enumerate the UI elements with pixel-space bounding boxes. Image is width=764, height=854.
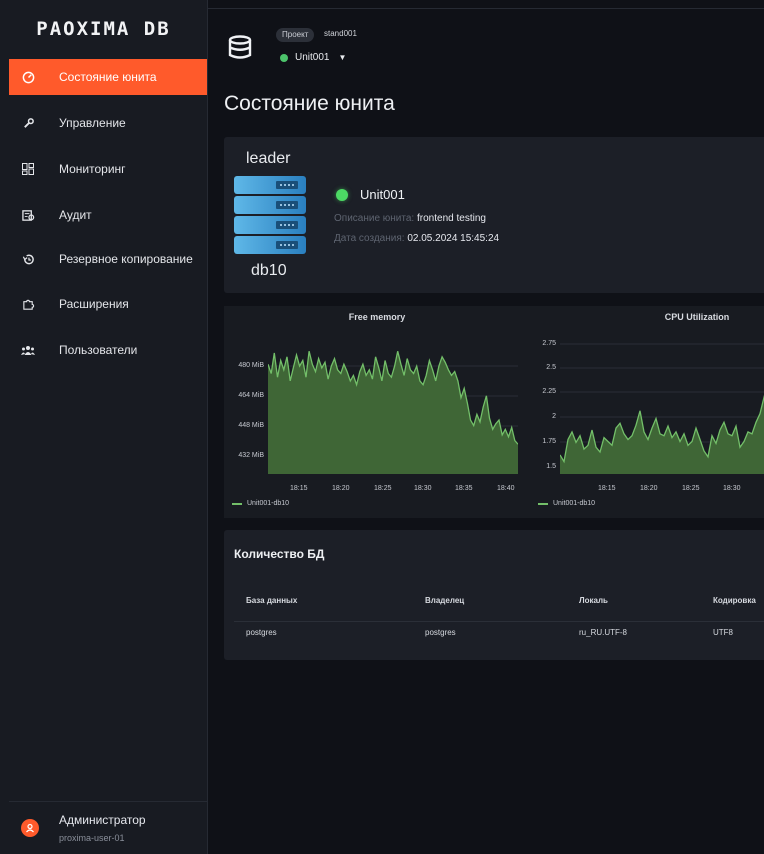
x-tick: 18:40 [497,485,515,492]
sidebar-item-users[interactable]: Пользователи [9,332,207,368]
table-cell: ru_RU.UTF-8 [579,628,628,637]
unit-created: Дата создания: 02.05.2024 15:45:24 [334,233,499,244]
table-cell: postgres [246,628,277,637]
sidebar-item-management[interactable]: Управление [9,105,207,141]
backup-icon [21,252,35,266]
main-content: Проект stand001 Unit001 ▼ Состояние юнит… [208,0,764,854]
speedometer-icon [21,70,35,84]
x-tick: 18:20 [640,485,658,492]
chart-title: CPU Utilization [664,312,730,322]
x-tick: 18:15 [598,485,616,492]
x-tick: 18:25 [682,485,700,492]
caret-down-icon: ▼ [338,53,347,62]
column-header[interactable]: База данных [246,596,297,605]
y-tick: 432 MiB [238,452,264,459]
unit-name: Unit001 [360,187,405,202]
user-name: Администратор [59,813,146,827]
description-value: frontend testing [417,213,486,224]
y-tick: 2.5 [546,364,556,371]
sidebar-item-label: Пользователи [59,343,138,357]
y-tick: 1.5 [546,463,556,470]
x-tick: 18:25 [374,485,392,492]
databases-card: Количество БД База данных Владелец Локал… [224,530,764,660]
unit-description: Описание юнита: frontend testing [334,213,486,224]
app-logo: PAOXIMA DB [36,18,171,40]
unit-name-row: Unit001 [336,187,405,202]
sidebar-item-monitoring[interactable]: Мониторинг [9,151,207,187]
free-memory-chart [268,351,518,474]
column-header[interactable]: Локаль [579,596,608,605]
table-cell: UTF8 [713,628,733,637]
y-tick: 2.25 [542,388,556,395]
column-header[interactable]: Кодировка [713,596,756,605]
chart-title: Free memory [348,312,406,322]
y-tick: 2 [552,413,556,420]
status-dot-icon [336,188,348,201]
sidebar-item-label: Расширения [59,297,129,311]
unit-selector-value: Unit001 [295,52,330,63]
server-stack-icon [234,176,306,261]
sidebar: PAOXIMA DB Состояние юнита Управление Мо… [0,0,208,854]
x-tick: 18:35 [455,485,473,492]
databases-title: Количество БД [234,547,325,561]
created-value: 02.05.2024 15:45:24 [407,233,500,244]
free-memory-panel: Free memory 480 MiB 464 MiB 448 MiB 432 … [224,306,530,518]
database-icon [228,35,252,66]
page-title: Состояние юнита [224,92,395,115]
cpu-utilization-panel: CPU Utilization 2.75 2.5 2.25 2 1.75 1.5… [532,306,764,518]
legend-swatch [538,502,548,505]
sidebar-item-label: Состояние юнита [59,70,157,84]
dashboard-icon [21,162,35,176]
users-icon [21,343,35,357]
project-name: stand001 [324,29,357,38]
y-tick: 2.75 [542,340,556,347]
y-tick: 448 MiB [238,422,264,429]
chart-legend[interactable]: Unit001-db10 [538,500,595,507]
user-login: proxima-user-01 [59,833,125,843]
created-label: Дата создания: [334,233,405,244]
sidebar-item-audit[interactable]: Аудит [9,197,207,233]
unit-selector[interactable]: Unit001 ▼ [280,52,346,63]
sidebar-item-label: Аудит [59,208,92,222]
table-cell: postgres [425,628,456,637]
puzzle-icon [21,297,35,311]
chart-legend[interactable]: Unit001-db10 [232,500,289,507]
current-user[interactable]: Администратор proxima-user-01 [9,801,207,854]
sidebar-item-label: Резервное копирование [59,252,193,266]
project-badge: Проект [276,28,315,42]
y-tick: 480 MiB [238,362,264,369]
sidebar-item-extensions[interactable]: Расширения [9,286,207,322]
x-tick: 18:30 [414,485,432,492]
avatar-icon [21,819,39,837]
column-header[interactable]: Владелец [425,596,464,605]
sidebar-item-label: Мониторинг [59,162,126,176]
legend-swatch [232,502,242,505]
y-tick: 464 MiB [238,392,264,399]
description-label: Описание юнита: [334,213,415,224]
x-tick: 18:20 [332,485,350,492]
cpu-utilization-chart [560,343,764,474]
charts-row: Free memory 480 MiB 464 MiB 448 MiB 432 … [224,306,764,518]
x-tick: 18:30 [723,485,741,492]
table-divider [234,621,764,622]
y-tick: 1.75 [542,438,556,445]
series-area [560,397,764,474]
node-host: db10 [251,262,287,279]
node-role: leader [246,150,291,167]
legend-label: Unit001-db10 [247,500,290,507]
x-tick: 18:15 [290,485,308,492]
status-dot-icon [280,53,288,62]
top-divider [208,8,764,9]
wrench-icon [21,116,35,130]
sidebar-item-backup[interactable]: Резервное копирование [9,241,207,277]
sidebar-item-unit-state[interactable]: Состояние юнита [9,59,207,95]
sidebar-item-label: Управление [59,116,126,130]
unit-card: leader db10 Unit001 Описание юнита: fron… [224,137,764,293]
audit-icon [21,208,35,222]
legend-label: Unit001-db10 [553,500,596,507]
